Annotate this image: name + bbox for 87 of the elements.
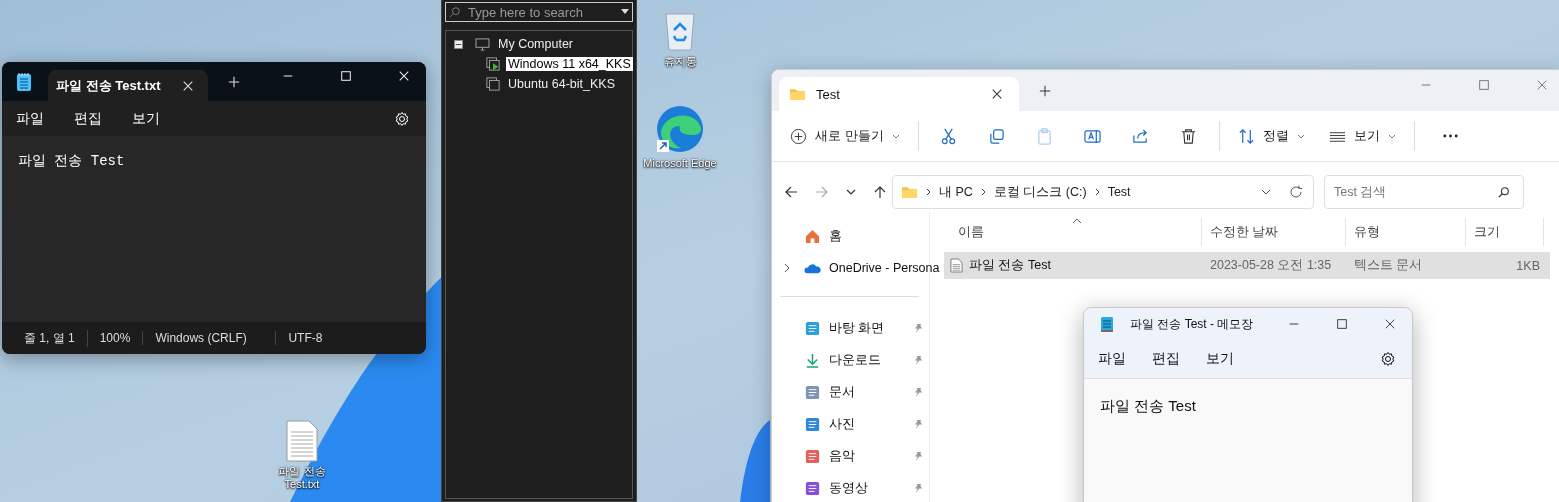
folder-tab[interactable]: Test — [779, 77, 1019, 111]
menu-item[interactable]: 보기 — [132, 109, 160, 128]
navigation-item[interactable]: 홈 — [829, 227, 929, 245]
sort-caret-icon — [1072, 218, 1082, 224]
breadcrumb-item[interactable]: 로컬 디스크 (C:) — [993, 183, 1087, 201]
status-bar-item: UTF-8 — [287, 331, 324, 345]
recycle-bin-icon[interactable] — [662, 10, 698, 52]
navigation-item[interactable]: 바탕 화면 — [829, 319, 904, 337]
breadcrumb-item[interactable]: Test — [1107, 185, 1131, 199]
document-text: 파일 전송 Test — [1100, 397, 1196, 414]
breadcrumb-item[interactable]: 내 PC — [939, 183, 973, 201]
chevron-right-icon[interactable] — [784, 263, 790, 273]
address-bar[interactable]: 내 PC 로컬 디스크 (C:) Test — [892, 175, 1314, 209]
close-icon[interactable] — [991, 88, 1003, 100]
text-file-icon[interactable] — [286, 420, 318, 462]
chevron-down-icon[interactable] — [846, 189, 856, 195]
type-cell-text: 텍스트 문서 — [1353, 257, 1424, 274]
column-header[interactable]: 크기 — [1466, 218, 1544, 246]
column-header[interactable]: 수정한 날짜 — [1202, 218, 1346, 246]
folder-icon — [789, 87, 806, 101]
dropdown-caret-icon[interactable] — [621, 9, 629, 15]
settings-icon[interactable] — [1380, 351, 1396, 367]
status-bar-item: Windows (CRLF) — [143, 331, 277, 345]
search-icon — [449, 6, 461, 18]
plus-circle-icon — [790, 127, 807, 145]
menu-item[interactable]: 파일 — [1098, 350, 1126, 368]
menu-item[interactable]: 파일 — [16, 109, 44, 128]
back-arrow-icon[interactable] — [784, 185, 798, 199]
menu-item[interactable]: 편집 — [1152, 350, 1180, 368]
chevron-right-icon — [1094, 188, 1100, 196]
trash-icon — [1180, 127, 1198, 145]
folder-icon — [901, 185, 918, 199]
download-icon — [804, 351, 821, 369]
desktop-icon-label: 휴지통 — [663, 55, 697, 68]
chevron-down-icon[interactable] — [1261, 189, 1271, 195]
navigation-item[interactable]: 사진 — [829, 415, 904, 433]
refresh-icon[interactable] — [1289, 185, 1303, 199]
menu-item[interactable]: 편집 — [74, 109, 102, 128]
document-text: 파일 전송 Test — [18, 153, 125, 169]
file-tab[interactable]: 파일 전송 Test.txt — [48, 70, 208, 101]
tree-item[interactable]: Ubuntu 64-bit_KKS — [506, 77, 617, 91]
new-button[interactable]: 새로 만들기 — [782, 118, 908, 154]
search-icon — [1498, 186, 1510, 198]
more-icon — [1442, 134, 1460, 138]
notepad-icon — [16, 71, 32, 92]
navigation-item[interactable]: 다운로드 — [829, 351, 904, 369]
navigation-item[interactable]: 문서 — [829, 383, 904, 401]
chevron-down-icon — [891, 133, 900, 139]
chevron-right-icon — [980, 188, 986, 196]
sort-button[interactable]: 정렬 — [1229, 118, 1313, 154]
desktop-icon-label: Microsoft Edge — [643, 157, 717, 170]
column-header[interactable]: 유형 — [1346, 218, 1466, 246]
chevron-right-icon — [926, 188, 931, 196]
notepad-icon — [1100, 315, 1114, 333]
file-name: 파일 전송 Test — [969, 257, 1051, 274]
navigation-item[interactable]: OneDrive - Persona — [829, 261, 940, 275]
clipboard-icon — [1036, 127, 1054, 145]
home-icon — [804, 227, 821, 245]
menu-item[interactable]: 보기 — [1206, 350, 1234, 368]
tree-item[interactable]: Windows 11 x64_KKS — [506, 57, 633, 71]
navigation-item[interactable]: 음악 — [829, 447, 904, 465]
scissors-icon — [940, 127, 958, 145]
column-header[interactable]: 이름 — [944, 218, 1202, 246]
size-cell-text: 1KB — [1515, 258, 1541, 273]
window-title: 파일 전송 Test - 메모장 — [1130, 315, 1254, 333]
share-icon — [1132, 127, 1150, 145]
status-bar-item: 줄 1, 열 1 — [12, 329, 88, 347]
navigation-item[interactable]: 동영상 — [829, 479, 904, 497]
computer-icon — [475, 37, 490, 51]
view-button[interactable]: 보기 — [1320, 118, 1404, 154]
copy-icon — [988, 127, 1006, 145]
chevron-down-icon — [1387, 133, 1396, 139]
up-arrow-icon[interactable] — [873, 185, 887, 199]
date-cell-text: 2023-05-28 오전 1:35 — [1209, 257, 1333, 274]
browser-icon[interactable] — [655, 104, 705, 154]
search-field[interactable]: Type here to search — [445, 2, 633, 22]
collapse-toggle-icon[interactable] — [454, 39, 463, 49]
tree-item[interactable]: My Computer — [496, 37, 576, 51]
add-tab-icon[interactable] — [1039, 84, 1051, 97]
document-icon — [804, 383, 821, 401]
sort-arrows-icon — [1237, 127, 1255, 145]
status-bar-item: 100% — [87, 331, 144, 345]
search-field[interactable]: Test 검색 — [1324, 175, 1524, 209]
file-row[interactable]: 파일 전송 Test 2023-05-28 오전 1:35 텍스트 문서 1KB — [944, 252, 1550, 279]
chevron-down-icon — [1296, 133, 1305, 139]
text-file-icon — [950, 258, 963, 273]
rename-icon — [1084, 127, 1102, 145]
